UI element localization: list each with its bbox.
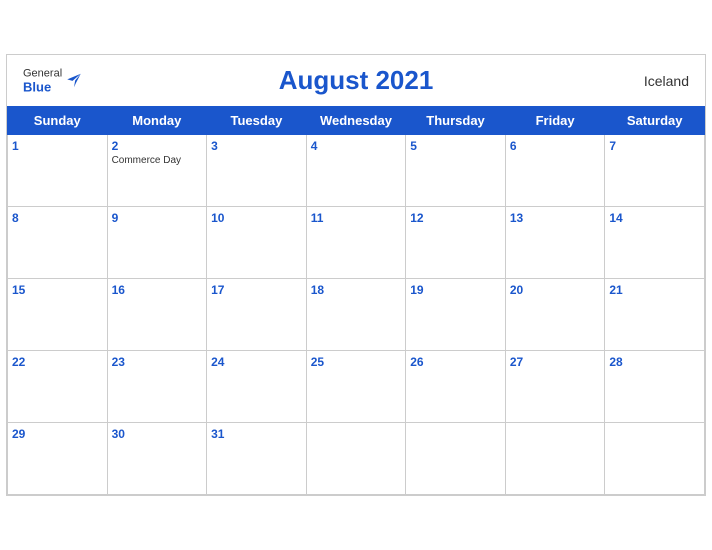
day-number: 26 (410, 355, 501, 369)
day-number: 5 (410, 139, 501, 153)
calendar-cell (505, 423, 605, 495)
day-number: 20 (510, 283, 601, 297)
calendar-cell: 3 (207, 135, 307, 207)
day-number: 18 (311, 283, 402, 297)
calendar-cell: 8 (8, 207, 108, 279)
day-number: 8 (12, 211, 103, 225)
logo-area: General Blue (23, 67, 84, 94)
day-number: 19 (410, 283, 501, 297)
day-number: 23 (112, 355, 203, 369)
calendar-cell: 28 (605, 351, 705, 423)
calendar-week-row: 29 30 31 (8, 423, 705, 495)
day-number: 13 (510, 211, 601, 225)
weekday-tuesday: Tuesday (207, 107, 307, 135)
day-number: 25 (311, 355, 402, 369)
calendar-week-row: 22 23 24 25 26 27 28 (8, 351, 705, 423)
day-number: 29 (12, 427, 103, 441)
day-number: 14 (609, 211, 700, 225)
day-number: 27 (510, 355, 601, 369)
calendar-cell: 16 (107, 279, 207, 351)
day-number: 12 (410, 211, 501, 225)
day-number: 4 (311, 139, 402, 153)
day-number: 11 (311, 211, 402, 225)
day-number: 22 (12, 355, 103, 369)
calendar-cell: 26 (406, 351, 506, 423)
day-number: 10 (211, 211, 302, 225)
weekday-saturday: Saturday (605, 107, 705, 135)
calendar-cell: 29 (8, 423, 108, 495)
weekday-header-row: Sunday Monday Tuesday Wednesday Thursday… (8, 107, 705, 135)
calendar-cell: 9 (107, 207, 207, 279)
calendar-week-row: 12 Commerce Day 34567 (8, 135, 705, 207)
calendar-cell: 6 (505, 135, 605, 207)
calendar-cell: 19 (406, 279, 506, 351)
calendar-cell: 25 (306, 351, 406, 423)
calendar-cell: 17 (207, 279, 307, 351)
calendar-cell: 4 (306, 135, 406, 207)
calendar-cell: 1 (8, 135, 108, 207)
calendar-cell: 13 (505, 207, 605, 279)
calendar-cell: 12 (406, 207, 506, 279)
calendar-cell (406, 423, 506, 495)
day-number: 3 (211, 139, 302, 153)
day-number: 28 (609, 355, 700, 369)
calendar-cell: 20 (505, 279, 605, 351)
logo-general: General (23, 67, 62, 79)
month-title: August 2021 (279, 65, 434, 96)
calendar-header: General Blue August 2021 Iceland (7, 55, 705, 106)
calendar-cell: 31 (207, 423, 307, 495)
weekday-friday: Friday (505, 107, 605, 135)
calendar-cell: 18 (306, 279, 406, 351)
day-number: 9 (112, 211, 203, 225)
weekday-sunday: Sunday (8, 107, 108, 135)
calendar-cell (605, 423, 705, 495)
logo-bird-icon (64, 72, 84, 90)
calendar-cell: 21 (605, 279, 705, 351)
calendar-cell (306, 423, 406, 495)
country-label: Iceland (644, 73, 689, 89)
day-number: 15 (12, 283, 103, 297)
weekday-wednesday: Wednesday (306, 107, 406, 135)
day-number: 6 (510, 139, 601, 153)
calendar-cell: 11 (306, 207, 406, 279)
calendar-cell: 22 (8, 351, 108, 423)
day-number: 24 (211, 355, 302, 369)
calendar-cell: 5 (406, 135, 506, 207)
day-number: 17 (211, 283, 302, 297)
calendar-cell: 15 (8, 279, 108, 351)
weekday-monday: Monday (107, 107, 207, 135)
day-number: 31 (211, 427, 302, 441)
day-number: 21 (609, 283, 700, 297)
event-label: Commerce Day (112, 155, 203, 166)
calendar-week-row: 15 16 17 18 19 20 21 (8, 279, 705, 351)
day-number: 2 (112, 139, 203, 153)
weekday-thursday: Thursday (406, 107, 506, 135)
logo-blue: Blue (23, 79, 62, 94)
calendar-container: General Blue August 2021 Iceland Sunday … (6, 54, 706, 496)
day-number: 1 (12, 139, 103, 153)
calendar-cell: 30 (107, 423, 207, 495)
calendar-cell: 14 (605, 207, 705, 279)
calendar-cell: 23 (107, 351, 207, 423)
day-number: 30 (112, 427, 203, 441)
calendar-cell: 7 (605, 135, 705, 207)
calendar-week-row: 89 10 11 12 13 14 (8, 207, 705, 279)
calendar-cell: 2 Commerce Day (107, 135, 207, 207)
calendar-cell: 10 (207, 207, 307, 279)
day-number: 16 (112, 283, 203, 297)
day-number: 7 (609, 139, 700, 153)
calendar-grid: Sunday Monday Tuesday Wednesday Thursday… (7, 106, 705, 495)
calendar-cell: 24 (207, 351, 307, 423)
calendar-cell: 27 (505, 351, 605, 423)
